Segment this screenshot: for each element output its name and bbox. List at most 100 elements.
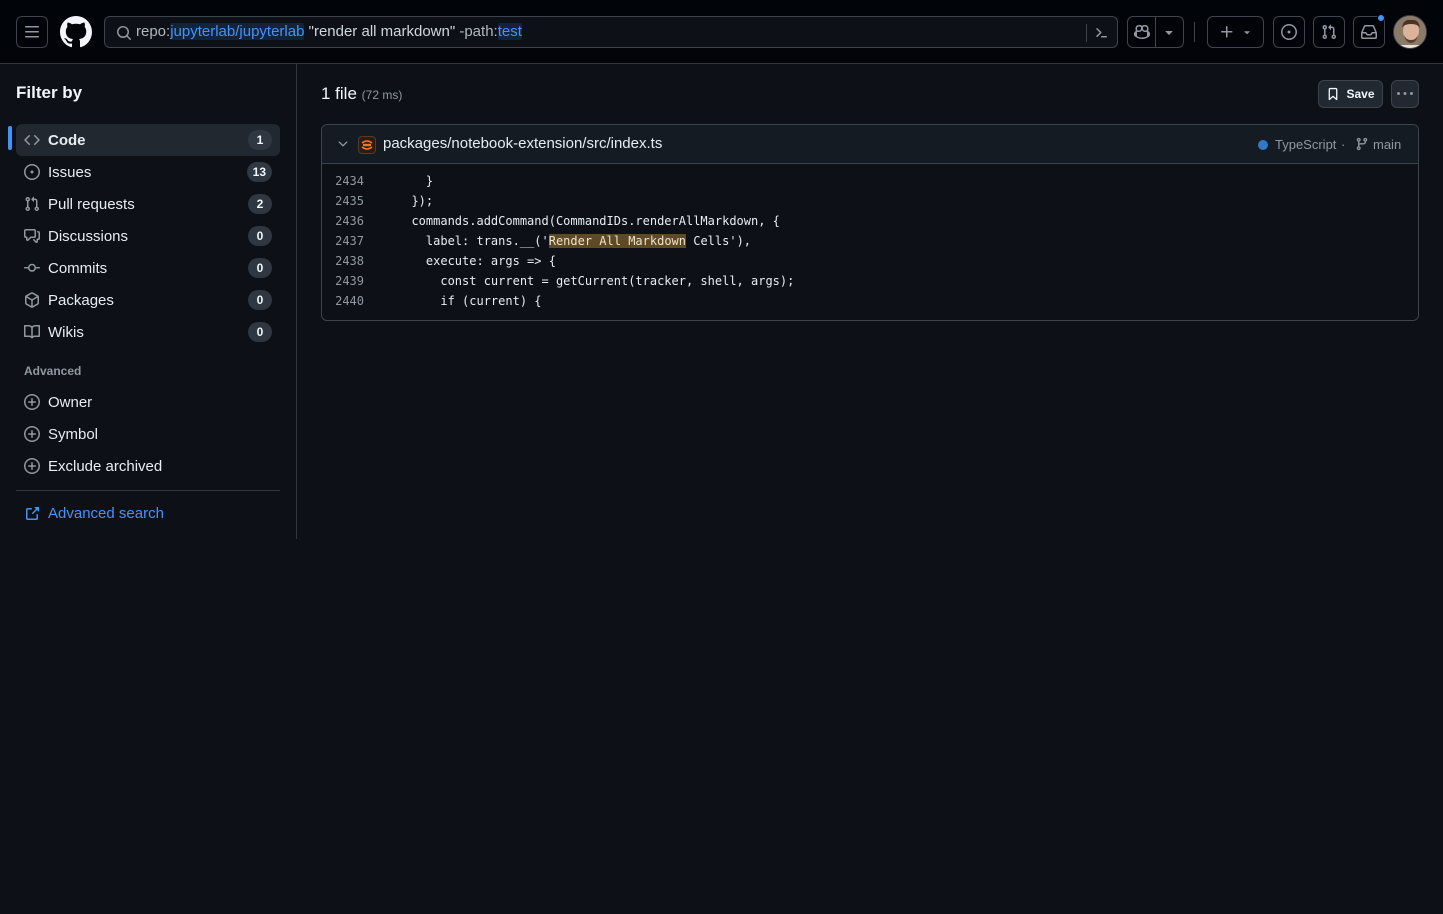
filter-item-label: Exclude archived	[48, 457, 163, 475]
line-number[interactable]: 2439	[322, 271, 364, 291]
repo-avatar-icon[interactable]	[358, 136, 376, 154]
pull-requests-button[interactable]	[1313, 16, 1345, 48]
filter-item-label: Discussions	[48, 227, 129, 245]
line-number[interactable]: 2434	[322, 171, 364, 191]
code-segment: commands.addCommand(CommandIDs.renderAll…	[397, 214, 780, 228]
copilot-button[interactable]	[1128, 17, 1155, 47]
filter-item-discussions[interactable]: Discussions 0	[16, 220, 280, 252]
book-icon	[24, 324, 40, 339]
result-count-badge: 13	[246, 162, 272, 182]
global-header: repo:jupyterlab/jupyterlab "render all m…	[0, 0, 1443, 64]
copilot-icon	[1133, 24, 1150, 40]
triangle-down-icon	[1165, 31, 1174, 35]
search-icon	[117, 26, 132, 41]
bookmark-icon	[1329, 87, 1338, 101]
filter-item-pull-requests[interactable]: Pull requests 2	[16, 188, 280, 220]
inbox-icon	[1361, 25, 1377, 39]
code-segment: const current = getCurrent(tracker, shel…	[397, 274, 795, 288]
line-number[interactable]: 2438	[322, 251, 364, 271]
result-count-badge: 1	[248, 130, 272, 150]
filter-item-packages[interactable]: Packages 0	[16, 284, 280, 316]
code-line: 2438 execute: args => {	[322, 251, 1418, 271]
sidebar-divider	[16, 490, 280, 491]
line-number[interactable]: 2436	[322, 211, 364, 231]
create-new-button[interactable]	[1207, 16, 1264, 48]
code-line: 2437 label: trans.__('Render All Markdow…	[322, 231, 1418, 251]
triangle-down-icon	[1243, 31, 1250, 35]
more-options-button[interactable]	[1391, 80, 1419, 108]
result-header: packages/notebook-extension/src/index.ts…	[322, 125, 1418, 164]
line-number[interactable]: 2435	[322, 191, 364, 211]
repo-qualifier: repo:	[136, 23, 171, 40]
search-input[interactable]: repo:jupyterlab/jupyterlab "render all m…	[104, 16, 1118, 48]
filter-item-commits[interactable]: Commits 0	[16, 252, 280, 284]
result-count-badge: 0	[248, 322, 272, 342]
hamburger-icon	[25, 26, 39, 38]
git-pull-request-icon	[1322, 24, 1337, 40]
code-text: });	[397, 191, 433, 211]
filter-item-label: Symbol	[48, 425, 99, 443]
code-segment: if (current) {	[397, 294, 542, 308]
filter-item-code[interactable]: Code 1	[16, 124, 280, 156]
discussion-icon	[24, 229, 40, 243]
file-path-link[interactable]: packages/notebook-extension/src/index.ts	[383, 135, 662, 152]
advanced-search-label: Advanced search	[48, 505, 164, 522]
filter-symbol[interactable]: Symbol	[16, 418, 280, 450]
code-text: const current = getCurrent(tracker, shel…	[397, 271, 794, 291]
code-line: 2435 });	[322, 191, 1418, 211]
code-segment: }	[397, 174, 434, 188]
code-text: commands.addCommand(CommandIDs.renderAll…	[397, 211, 780, 231]
branch-link[interactable]: main	[1373, 137, 1401, 152]
language-label: TypeScript	[1275, 137, 1337, 152]
search-match-highlight: Render All Markdown	[548, 234, 686, 248]
copilot-button-group	[1127, 16, 1184, 48]
link-external-icon	[26, 506, 39, 520]
results-timing: (72 ms)	[361, 88, 403, 102]
filter-exclude-archived[interactable]: Exclude archived	[16, 450, 280, 482]
result-count-badge: 2	[248, 194, 272, 214]
advanced-heading: Advanced	[24, 364, 82, 378]
filter-owner[interactable]: Owner	[16, 386, 280, 418]
code-text: if (current) {	[397, 291, 542, 311]
path-qualifier-value: test	[497, 23, 522, 40]
line-number[interactable]: 2437	[322, 231, 364, 251]
save-label: Save	[1346, 87, 1375, 101]
code-segment: });	[397, 194, 434, 208]
menu-button[interactable]	[16, 16, 48, 48]
kebab-horizontal-icon	[1397, 92, 1413, 95]
code-segment: label: trans.__('	[397, 234, 549, 248]
avatar[interactable]	[1393, 15, 1427, 49]
command-palette-button[interactable]	[1093, 24, 1109, 43]
plus-icon	[1220, 26, 1232, 38]
advanced-search-link[interactable]: Advanced search	[24, 505, 164, 522]
search-query[interactable]: repo:jupyterlab/jupyterlab "render all m…	[136, 17, 522, 47]
filter-item-label: Packages	[48, 291, 114, 309]
filter-item-label: Owner	[48, 393, 93, 411]
line-number[interactable]: 2440	[322, 291, 364, 311]
issues-button[interactable]	[1273, 16, 1305, 48]
result-count-badge: 0	[248, 290, 272, 310]
filter-item-wikis[interactable]: Wikis 0	[16, 316, 280, 348]
github-logo-icon[interactable]	[60, 16, 92, 48]
user-avatar-icon	[1394, 16, 1426, 48]
filter-item-label: Wikis	[48, 323, 84, 341]
code-text: label: trans.__('Render All Markdown Cel…	[397, 231, 751, 251]
filter-heading: Filter by	[16, 83, 83, 102]
save-search-button[interactable]: Save	[1318, 80, 1383, 108]
code-line: 2439 const current = getCurrent(tracker,…	[322, 271, 1418, 291]
filter-item-label: Issues	[48, 163, 92, 181]
results-summary: 1 file (72 ms)	[321, 84, 402, 104]
result-count-badge: 0	[248, 226, 272, 246]
filter-item-label: Pull requests	[48, 195, 135, 213]
package-icon	[25, 292, 39, 308]
terminal-icon	[1096, 28, 1107, 38]
code-snippet: 2434 } 2435 }); 2436 commands.addCommand…	[322, 171, 1418, 311]
unread-indicator	[1377, 14, 1385, 22]
filter-item-label: Commits	[48, 259, 108, 277]
meta-separator: ·	[1341, 137, 1346, 152]
header-divider	[1194, 22, 1195, 42]
copilot-dropdown-button[interactable]	[1156, 17, 1183, 47]
chevron-down-icon[interactable]	[336, 137, 350, 151]
filter-item-issues[interactable]: Issues 13	[16, 156, 280, 188]
issue-icon	[24, 164, 40, 180]
